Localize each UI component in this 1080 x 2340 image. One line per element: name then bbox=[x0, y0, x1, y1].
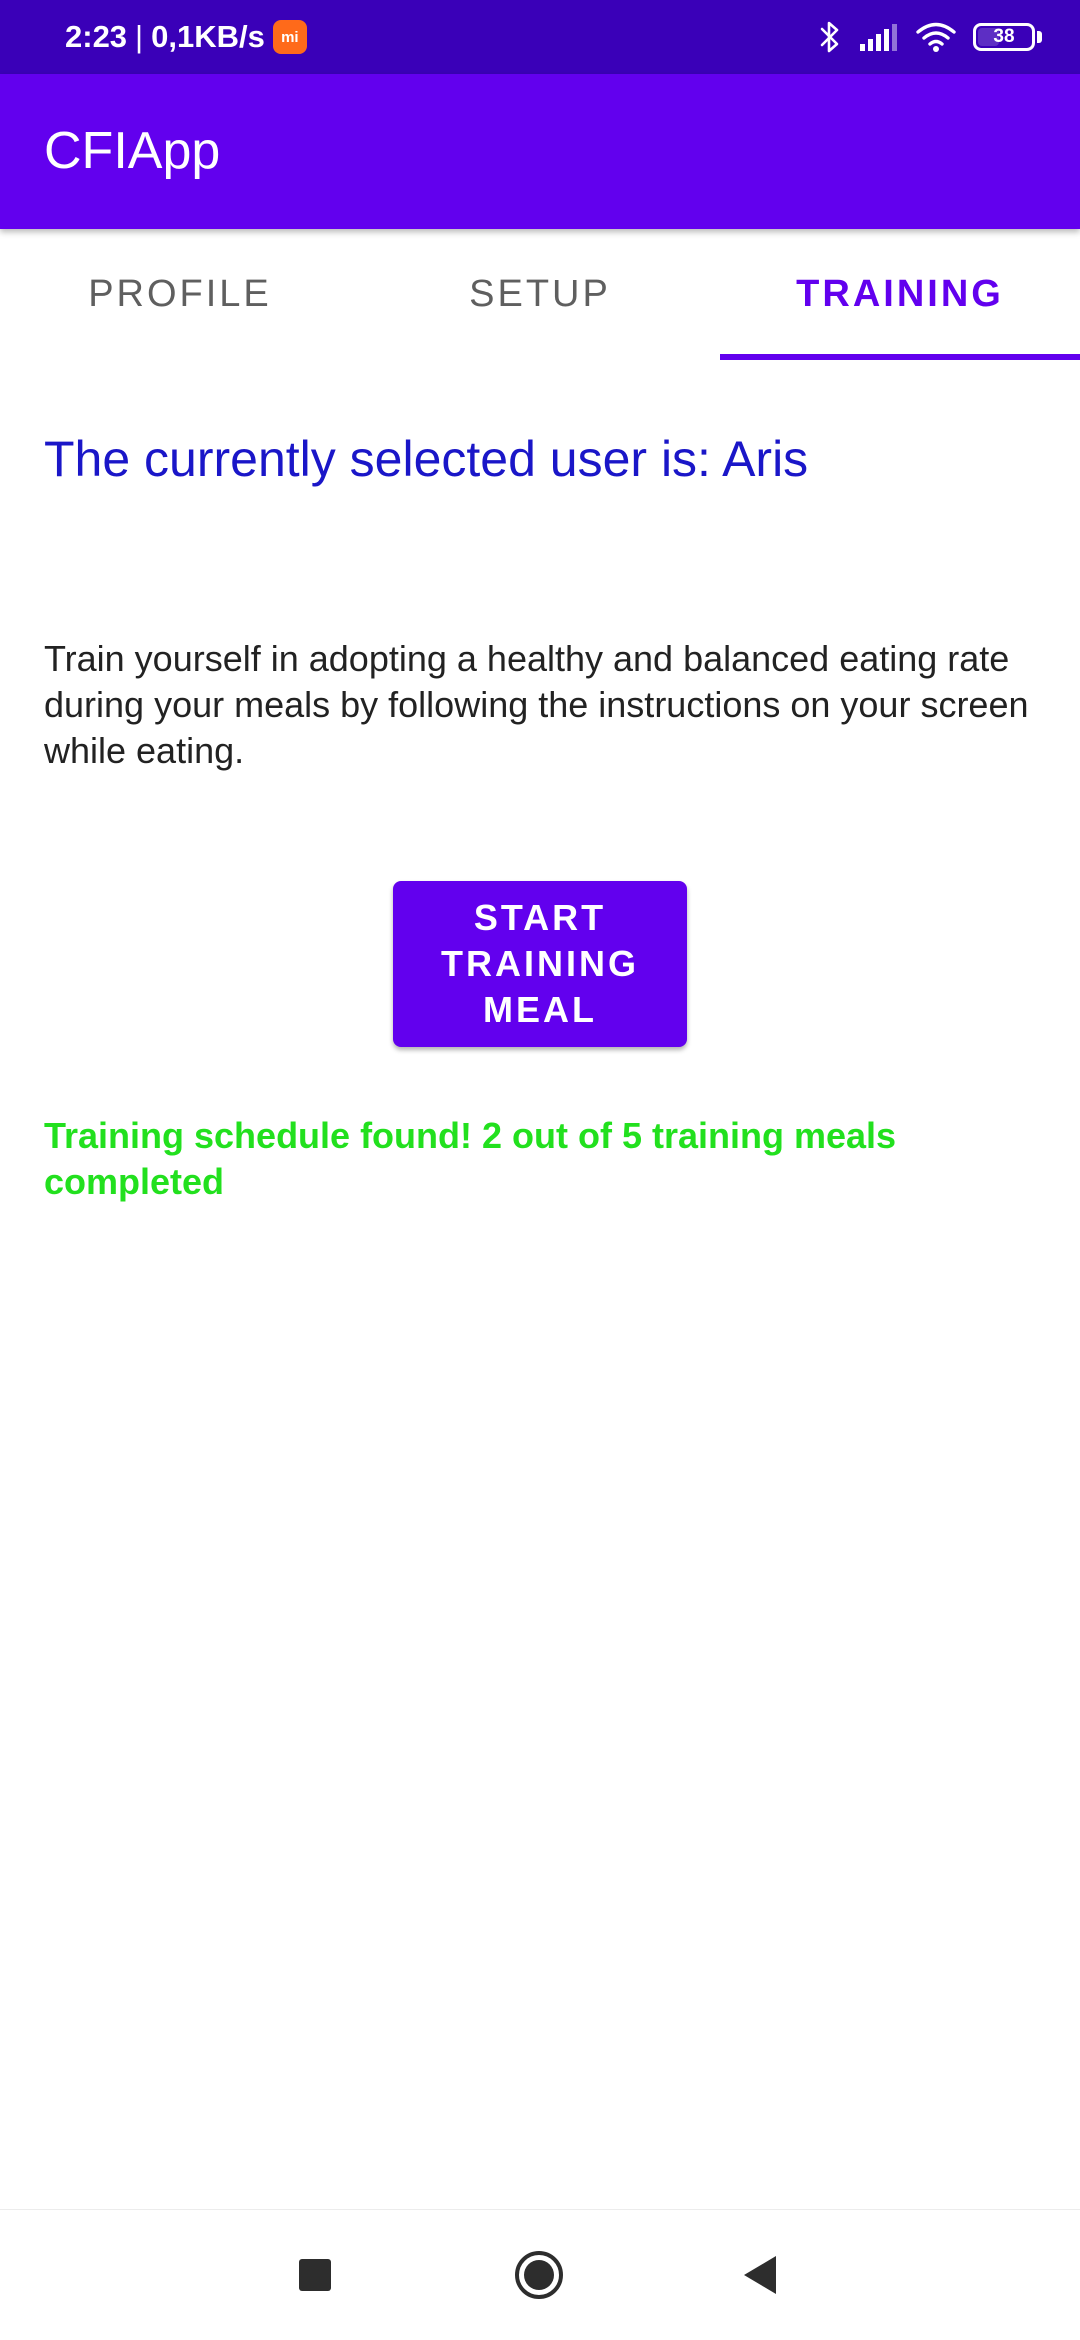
home-icon-dot bbox=[524, 2260, 554, 2290]
status-bar: 2:23 | 0,1KB/s mi 38 bbox=[0, 0, 1080, 74]
signal-icon bbox=[859, 22, 899, 52]
battery-icon: 38 bbox=[973, 23, 1035, 51]
home-button[interactable] bbox=[489, 2210, 589, 2340]
current-user-text: The currently selected user is: Aris bbox=[44, 431, 809, 487]
battery-level: 38 bbox=[993, 26, 1015, 47]
status-left: 2:23 | 0,1KB/s mi bbox=[65, 0, 307, 74]
navigation-bar bbox=[0, 2209, 1080, 2340]
app-bar: CFIApp bbox=[0, 74, 1080, 229]
status-separator: | bbox=[135, 19, 144, 54]
tab-bar: PROFILE SETUP TRAINING bbox=[0, 229, 1080, 360]
mi-notification-icon: mi bbox=[272, 20, 307, 54]
home-icon bbox=[515, 2251, 563, 2299]
status-right: 38 bbox=[817, 0, 1042, 74]
recents-button[interactable] bbox=[265, 2210, 365, 2340]
app-title: CFIApp bbox=[44, 122, 221, 180]
tab-setup-label: SETUP bbox=[469, 273, 611, 315]
training-schedule-status: Training schedule found! 2 out of 5 trai… bbox=[44, 1115, 897, 1202]
battery-tip bbox=[1037, 31, 1042, 43]
network-speed: 0,1KB/s bbox=[151, 19, 265, 54]
tab-setup[interactable]: SETUP bbox=[360, 229, 720, 360]
start-button-label: START TRAINING MEAL bbox=[441, 897, 639, 1030]
training-description: Train yourself in adopting a healthy and… bbox=[44, 638, 1029, 771]
bluetooth-icon bbox=[817, 19, 843, 55]
tab-indicator bbox=[720, 354, 1080, 360]
back-icon bbox=[744, 2256, 776, 2294]
back-button[interactable] bbox=[710, 2210, 810, 2340]
wifi-icon bbox=[915, 21, 957, 53]
start-training-meal-button[interactable]: START TRAINING MEAL bbox=[393, 881, 687, 1047]
tab-profile[interactable]: PROFILE bbox=[0, 229, 360, 360]
tab-profile-label: PROFILE bbox=[88, 273, 272, 315]
status-time: 2:23 bbox=[65, 19, 128, 54]
tab-training-label: TRAINING bbox=[796, 273, 1004, 315]
tab-training[interactable]: TRAINING bbox=[720, 229, 1080, 360]
recents-icon bbox=[299, 2259, 331, 2291]
